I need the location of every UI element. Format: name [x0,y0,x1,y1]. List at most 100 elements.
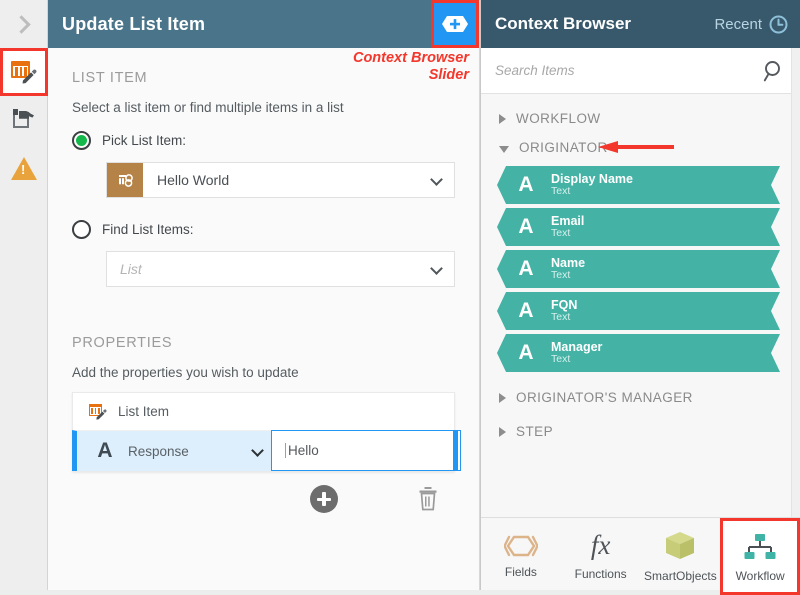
tab-fields[interactable]: Fields [481,518,561,595]
search-items-row[interactable]: Search Items [481,48,800,94]
text-A-icon: A [513,257,539,281]
chevron-down-icon [430,173,443,186]
list-item-description: Select a list item or find multiple item… [72,100,455,115]
property-value-input[interactable]: Hello [271,430,461,471]
context-browser-tabs: Fields fx Functions SmartObjects [481,517,800,595]
item-type: Text [551,312,577,323]
recent-label: Recent [714,16,762,33]
context-browser-slider-button[interactable] [431,0,479,48]
find-list-items-dropdown[interactable]: List [106,251,455,287]
search-input[interactable]: Search Items [495,63,575,78]
find-list-items-option[interactable]: Find List Items: [72,220,455,239]
chevron-down-icon[interactable] [251,444,264,457]
pick-list-item-radio[interactable] [72,131,91,150]
table-row[interactable]: List Item [73,393,454,430]
smartobjects-cube-icon [664,531,696,561]
group-label: ORIGINATOR [519,140,608,155]
panel-body: LIST ITEM Select a list item or find mul… [48,48,479,595]
tab-label: Workflow [736,569,785,583]
workflow-nodes-icon [743,533,777,561]
property-name: List Item [107,404,169,419]
list-item-icon [107,163,143,197]
property-value: Hello [288,443,319,458]
fields-hexagon-icon [504,535,538,557]
list-item[interactable]: A Email Text [497,208,780,246]
pencil-icon [96,409,107,420]
pick-list-item-dropdown[interactable]: Hello World [106,162,455,198]
chevron-down-icon [499,146,509,153]
list-item[interactable]: A Display Name Text [497,166,780,204]
group-step[interactable]: STEP [481,412,800,446]
window-bottom-edge [0,590,800,595]
collapse-panel-button[interactable] [0,0,47,48]
chevron-down-icon [430,262,443,275]
chevron-right-icon [499,427,506,437]
item-type: Text [551,186,633,197]
tab-workflow[interactable]: Workflow [720,518,800,595]
group-label: STEP [516,424,553,439]
panel-header: Update List Item [48,0,479,48]
find-list-items-field-wrap: List [106,251,455,287]
list-item-icon [89,404,107,420]
group-label: WORKFLOW [516,111,601,126]
find-list-items-label: Find List Items: [102,222,194,237]
find-list-items-placeholder: List [107,261,142,277]
text-A-icon: A [93,439,117,463]
property-name: Response [117,444,189,459]
delete-property-button[interactable] [416,485,440,513]
text-cursor [285,443,286,458]
context-browser-panel: Context Browser Recent Search Items WORK… [480,0,800,595]
pick-list-item-field-wrap: Hello World [106,162,455,198]
annotation-line-1: Context Browser [353,50,469,67]
pick-list-item-value: Hello World [143,172,229,188]
chevron-right-icon [499,114,506,124]
group-originators-manager[interactable]: ORIGINATOR'S MANAGER [481,376,800,412]
text-A-icon: A [513,173,539,197]
list-item[interactable]: A Manager Text [497,334,780,372]
tab-functions[interactable]: fx Functions [561,518,641,595]
item-type: Text [551,270,585,281]
find-list-items-radio[interactable] [72,220,91,239]
annotation-arrow-originator [596,138,674,156]
pencil-icon [22,69,37,84]
application-window: Update List Item Context Browser Slider … [0,0,800,595]
item-type: Text [551,354,602,365]
rail-item-update-list-item[interactable] [0,48,48,96]
recent-button[interactable]: Recent [714,15,788,34]
annotation-context-browser-slider: Context Browser Slider [353,50,469,84]
rail-item-errors[interactable] [0,144,48,192]
text-A-icon: A [513,215,539,239]
tab-smartobjects[interactable]: SmartObjects [641,518,721,595]
context-browser-slider-icon [442,16,468,32]
context-browser-title: Context Browser [495,14,631,34]
rail-item-paste[interactable] [0,96,48,144]
pick-list-item-option[interactable]: Pick List Item: [72,131,455,150]
properties-card: List Item A Response Hello [72,392,455,472]
list-item[interactable]: A Name Text [497,250,780,288]
text-A-icon: A [513,299,539,323]
warning-triangle-icon [11,157,37,180]
search-icon[interactable] [763,60,784,82]
vertical-scrollbar[interactable] [791,48,800,517]
tab-label: Fields [505,565,537,579]
text-A-icon: A [513,341,539,365]
context-items-list: WORKFLOW ORIGINATOR A Display Name Text … [481,94,800,517]
add-property-button[interactable] [310,485,338,513]
table-row[interactable]: A Response Hello [72,430,454,471]
group-workflow[interactable]: WORKFLOW [481,104,800,133]
group-label: ORIGINATOR'S MANAGER [516,390,693,405]
pick-list-item-label: Pick List Item: [102,133,186,148]
list-item[interactable]: A FQN Text [497,292,780,330]
group-originator[interactable]: ORIGINATOR [481,133,800,162]
tab-label: SmartObjects [644,569,717,583]
properties-section-title: PROPERTIES [72,335,455,351]
item-type: Text [551,228,584,239]
annotation-line-2: Slider [353,67,469,84]
chevron-right-icon [12,15,30,33]
properties-description: Add the properties you wish to update [72,365,455,380]
left-icon-rail [0,0,48,595]
page-title: Update List Item [62,14,205,35]
tab-label: Functions [575,567,627,581]
context-browser-header: Context Browser Recent [481,0,800,48]
clock-icon [769,15,788,34]
